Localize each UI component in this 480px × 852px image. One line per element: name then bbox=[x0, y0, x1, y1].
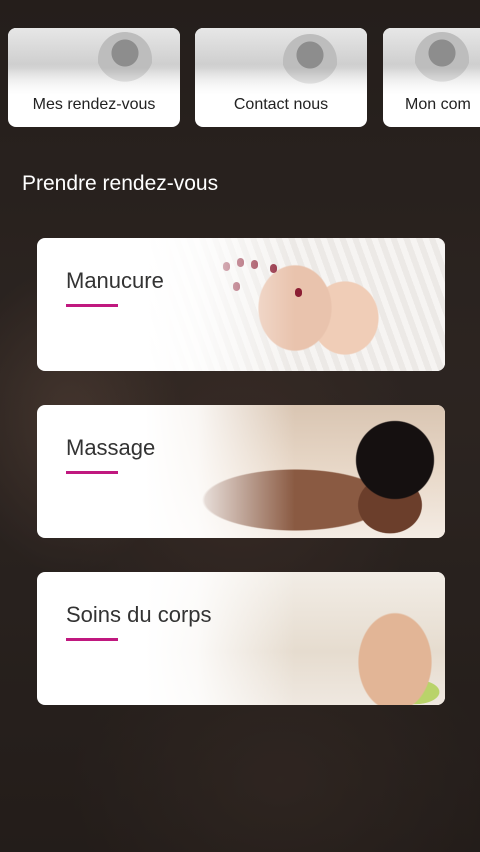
quick-link-label: Mon com bbox=[405, 96, 471, 113]
quick-link-my-appointments[interactable]: Mes rendez-vous bbox=[8, 28, 180, 127]
service-title: Soins du corps bbox=[66, 602, 212, 627]
section-title: Prendre rendez-vous bbox=[22, 172, 219, 195]
quick-link-contact[interactable]: Contact nous bbox=[195, 28, 367, 127]
title-underline bbox=[66, 471, 118, 474]
service-title: Manucure bbox=[66, 268, 164, 293]
quick-link-label: Contact nous bbox=[233, 96, 329, 113]
service-card-manucure[interactable]: Manucure bbox=[37, 238, 445, 371]
quick-link-account[interactable]: Mon com bbox=[383, 28, 480, 127]
title-underline bbox=[66, 304, 118, 307]
title-underline bbox=[66, 638, 118, 641]
service-card-massage[interactable]: Massage bbox=[37, 405, 445, 538]
service-title: Massage bbox=[66, 435, 156, 460]
service-card-soins-du-corps[interactable]: Soins du corps bbox=[37, 572, 445, 705]
quick-links-carousel[interactable]: Mes rendez-vous Contact nous Mon com bbox=[8, 28, 480, 128]
quick-link-label: Mes rendez-vous bbox=[32, 96, 156, 113]
